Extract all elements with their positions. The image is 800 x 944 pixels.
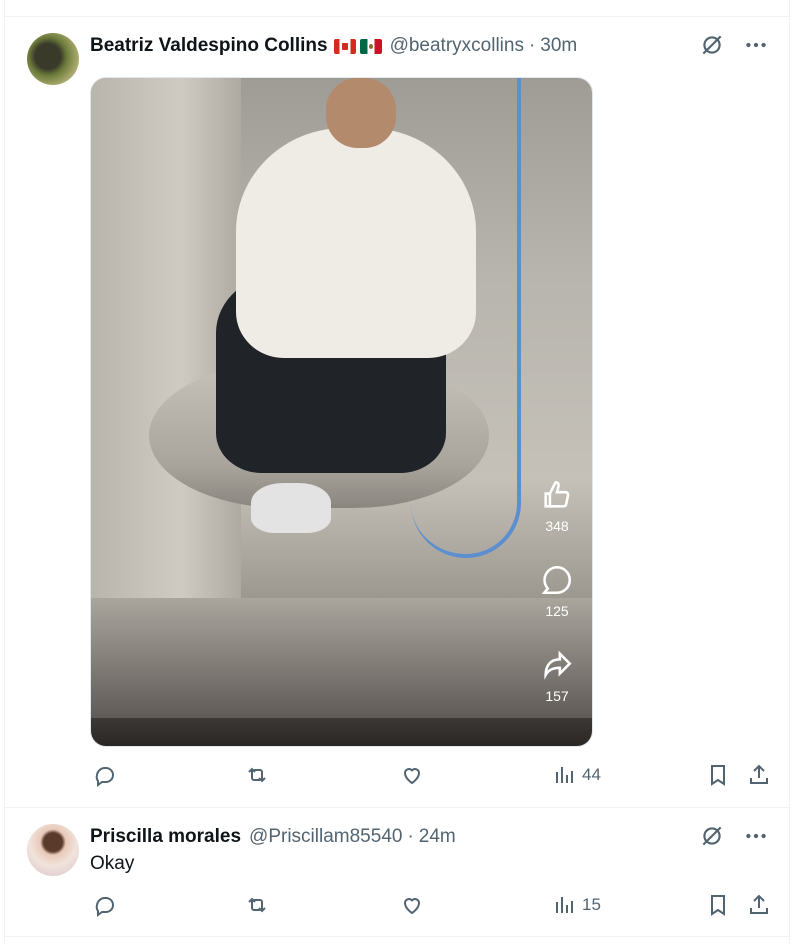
timestamp[interactable]: 24m xyxy=(419,826,456,848)
avatar[interactable] xyxy=(27,33,79,85)
avatar[interactable] xyxy=(27,824,79,876)
divider xyxy=(5,936,789,937)
video-share-count: 157 xyxy=(545,688,569,704)
comment-bubble-icon xyxy=(541,565,572,595)
share-arrow-icon xyxy=(544,650,572,680)
video-comment-count: 125 xyxy=(545,603,569,619)
like-button[interactable] xyxy=(400,893,424,917)
share-button[interactable] xyxy=(747,893,771,917)
bookmark-button[interactable] xyxy=(706,763,730,787)
views-count: 15 xyxy=(582,895,601,914)
reply-icon xyxy=(95,896,114,917)
views-chart-icon xyxy=(556,767,573,783)
separator: · xyxy=(407,826,414,847)
retweet-icon xyxy=(248,767,266,783)
grok-icon[interactable] xyxy=(699,32,725,58)
reply-button[interactable] xyxy=(93,763,117,787)
views-count: 44 xyxy=(582,765,601,784)
author-handle[interactable]: @Priscillam85540 xyxy=(249,826,402,848)
bookmark-button[interactable] xyxy=(706,893,730,917)
retweet-button[interactable] xyxy=(245,893,269,917)
grok-icon[interactable] xyxy=(699,823,725,849)
heart-icon xyxy=(403,898,421,915)
thumbs-up-icon xyxy=(544,480,570,508)
video-frame-person-head xyxy=(326,78,396,148)
tweet-top-icons xyxy=(699,32,769,58)
video-comment-overlay: 125 xyxy=(522,563,592,619)
retweet-icon xyxy=(248,897,266,913)
tweet-top-icons xyxy=(699,823,769,849)
timestamp[interactable]: 30m xyxy=(540,35,577,57)
separator: · xyxy=(528,35,536,56)
tweet-actions: 44 xyxy=(90,763,780,793)
author-name[interactable]: Priscilla morales xyxy=(90,826,241,848)
video-media[interactable]: 348 125 157 xyxy=(90,77,593,747)
bookmark-icon xyxy=(711,765,725,786)
more-icon[interactable] xyxy=(743,32,769,58)
share-button[interactable] xyxy=(747,763,771,787)
views-chart-icon xyxy=(556,897,573,913)
video-frame-person-hoodie xyxy=(236,128,476,358)
author-handle[interactable]: @beatryxcollins xyxy=(390,35,524,57)
reply-button[interactable] xyxy=(93,893,117,917)
views-button[interactable]: 15 xyxy=(552,893,601,917)
divider xyxy=(5,807,789,808)
video-like-count: 348 xyxy=(545,518,569,534)
video-share-overlay: 157 xyxy=(522,648,592,704)
video-like-overlay: 348 xyxy=(522,478,592,534)
reply-icon xyxy=(95,766,114,787)
tweet-header: Priscilla morales @Priscillam85540 · 24m xyxy=(90,825,456,849)
bookmark-icon xyxy=(711,895,725,916)
timeline-feed: Beatriz Valdespino Collins @beatryxcolli… xyxy=(4,0,790,944)
divider xyxy=(5,16,789,17)
like-button[interactable] xyxy=(400,763,424,787)
tweet-text: Okay xyxy=(90,853,135,874)
author-name[interactable]: Beatriz Valdespino Collins xyxy=(90,35,328,57)
more-icon[interactable] xyxy=(743,823,769,849)
mexico-flag-icon xyxy=(359,38,382,54)
share-icon xyxy=(750,894,768,914)
retweet-button[interactable] xyxy=(245,763,269,787)
tweet-header: Beatriz Valdespino Collins @beatryxcolli… xyxy=(90,34,577,58)
tweet-actions: 15 xyxy=(90,893,780,923)
views-button[interactable]: 44 xyxy=(552,763,601,787)
video-frame-beam xyxy=(91,598,592,718)
video-frame-person-shoe xyxy=(251,483,331,533)
heart-icon xyxy=(403,768,421,785)
share-icon xyxy=(750,764,768,784)
canada-flag-icon xyxy=(333,38,356,54)
